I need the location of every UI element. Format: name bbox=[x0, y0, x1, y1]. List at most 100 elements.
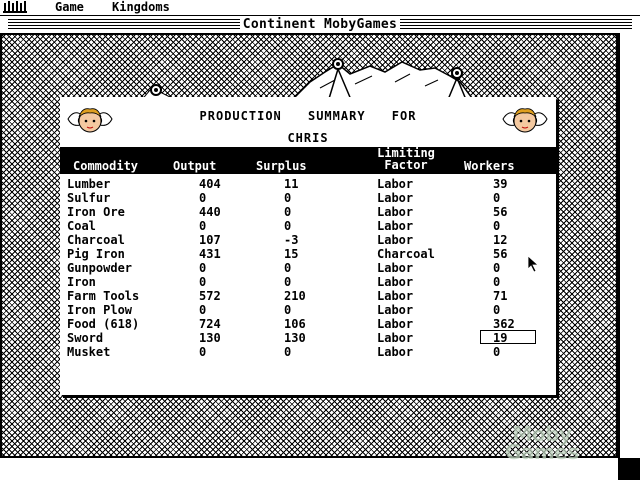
workers-input[interactable] bbox=[480, 330, 536, 344]
workers-cell[interactable]: 0 bbox=[493, 345, 500, 359]
workers-cell[interactable]: 19 bbox=[493, 331, 507, 345]
limiting-factor-cell: Charcoal bbox=[377, 247, 435, 261]
surplus-cell: 0 bbox=[284, 261, 292, 275]
table-row[interactable]: Coal 0 0 Labor 0 bbox=[60, 219, 556, 233]
table-header: Commodity Output Surplus Limiting Factor… bbox=[60, 147, 556, 174]
column-commodity: Commodity bbox=[73, 159, 139, 173]
surplus-cell: 11 bbox=[284, 177, 299, 191]
mouse-pointer-icon bbox=[527, 255, 539, 273]
commodity-cell: Coal bbox=[67, 219, 96, 233]
table-row[interactable]: Pig Iron 431 15 Charcoal 56 bbox=[60, 247, 556, 261]
limiting-factor-cell: Labor bbox=[377, 219, 414, 233]
window-title: Continent MobyGames bbox=[240, 16, 400, 33]
surplus-cell: 0 bbox=[284, 205, 292, 219]
workers-cell[interactable]: 0 bbox=[493, 303, 500, 317]
table-row[interactable]: Gunpowder 0 0 Labor 0 bbox=[60, 261, 556, 275]
workers-cell[interactable]: 0 bbox=[493, 275, 500, 289]
column-limiting-line2: Factor bbox=[384, 158, 428, 172]
column-limiting-factor: Limiting Factor bbox=[366, 147, 446, 171]
workers-cell[interactable]: 39 bbox=[493, 177, 507, 191]
menu-kingdoms[interactable]: Kingdoms bbox=[112, 0, 170, 14]
limiting-factor-cell: Labor bbox=[377, 303, 414, 317]
table-row[interactable]: Iron 0 0 Labor 0 bbox=[60, 275, 556, 289]
column-surplus: Surplus bbox=[256, 159, 307, 173]
commodity-cell: Pig Iron bbox=[67, 247, 125, 261]
column-output: Output bbox=[173, 159, 217, 173]
surplus-cell: -3 bbox=[284, 233, 299, 247]
limiting-factor-cell: Labor bbox=[377, 345, 414, 359]
output-cell: 0 bbox=[199, 261, 207, 275]
output-cell: 0 bbox=[199, 275, 207, 289]
resize-corner[interactable] bbox=[618, 458, 640, 480]
output-cell: 0 bbox=[199, 345, 207, 359]
limiting-factor-cell: Labor bbox=[377, 275, 414, 289]
surplus-cell: 15 bbox=[284, 247, 299, 261]
surplus-cell: 0 bbox=[284, 275, 292, 289]
workers-cell[interactable]: 12 bbox=[493, 233, 507, 247]
limiting-factor-cell: Labor bbox=[377, 261, 414, 275]
surplus-cell: 0 bbox=[284, 219, 292, 233]
output-cell: 0 bbox=[199, 191, 207, 205]
surplus-cell: 0 bbox=[284, 303, 292, 317]
limiting-factor-cell: Labor bbox=[377, 289, 414, 303]
commodity-cell: Farm Tools bbox=[67, 289, 140, 303]
limiting-factor-cell: Labor bbox=[377, 331, 414, 345]
surplus-cell: 106 bbox=[284, 317, 306, 331]
table-row[interactable]: Charcoal 107 -3 Labor 12 bbox=[60, 233, 556, 247]
limiting-factor-cell: Labor bbox=[377, 317, 414, 331]
table-row[interactable]: Musket 0 0 Labor 0 bbox=[60, 345, 556, 359]
output-cell: 724 bbox=[199, 317, 221, 331]
limiting-factor-cell: Labor bbox=[377, 205, 414, 219]
workers-cell[interactable]: 0 bbox=[493, 191, 500, 205]
summary-title: PRODUCTION SUMMARY FOR bbox=[199, 109, 417, 123]
limiting-factor-cell: Labor bbox=[377, 233, 414, 247]
table-row[interactable]: Food (618) 724 106 Labor 362 bbox=[60, 317, 556, 331]
table-row[interactable]: Lumber 404 11 Labor 39 bbox=[60, 177, 556, 191]
watermark-logo: Moby Games bbox=[505, 424, 579, 464]
output-cell: 440 bbox=[199, 205, 221, 219]
surplus-cell: 130 bbox=[284, 331, 306, 345]
commodity-cell: Sulfur bbox=[67, 191, 111, 205]
table-row[interactable]: Sulfur 0 0 Labor 0 bbox=[60, 191, 556, 205]
workers-cell[interactable]: 362 bbox=[493, 317, 515, 331]
table-row[interactable]: Iron Plow 0 0 Labor 0 bbox=[60, 303, 556, 317]
production-summary-dialog: PRODUCTION SUMMARY FOR CHRIS Commodity O… bbox=[60, 97, 556, 395]
commodity-cell: Iron Plow bbox=[67, 303, 133, 317]
table-row[interactable]: Sword 130 130 Labor 19 bbox=[60, 330, 556, 345]
surplus-cell: 210 bbox=[284, 289, 306, 303]
commodity-cell: Iron bbox=[67, 275, 96, 289]
commodity-cell: Gunpowder bbox=[67, 261, 133, 275]
workers-cell[interactable]: 0 bbox=[493, 261, 500, 275]
vertical-scrollbar[interactable] bbox=[618, 33, 640, 458]
menu-game[interactable]: Game bbox=[55, 0, 84, 14]
commodity-cell: Iron Ore bbox=[67, 205, 125, 219]
menu-bar: Game Kingdoms bbox=[0, 0, 640, 14]
workers-cell[interactable]: 71 bbox=[493, 289, 507, 303]
output-cell: 572 bbox=[199, 289, 221, 303]
commodity-cell: Food (618) bbox=[67, 317, 140, 331]
window-title-bar[interactable]: Continent MobyGames bbox=[0, 15, 640, 34]
limiting-factor-cell: Labor bbox=[377, 177, 414, 191]
output-cell: 0 bbox=[199, 303, 207, 317]
output-cell: 0 bbox=[199, 219, 207, 233]
watermark-line2: Games bbox=[505, 440, 579, 464]
surplus-cell: 0 bbox=[284, 191, 292, 205]
table-row[interactable]: Iron Ore 440 0 Labor 56 bbox=[60, 205, 556, 219]
surplus-cell: 0 bbox=[284, 345, 292, 359]
commodity-cell: Sword bbox=[67, 331, 104, 345]
workers-cell[interactable]: 56 bbox=[493, 247, 507, 261]
commodity-cell: Musket bbox=[67, 345, 111, 359]
workers-cell[interactable]: 0 bbox=[493, 219, 500, 233]
column-workers: Workers bbox=[464, 159, 515, 173]
commodity-cell: Lumber bbox=[67, 177, 111, 191]
castle-icon[interactable] bbox=[3, 0, 29, 13]
summary-owner: CHRIS bbox=[287, 131, 329, 145]
output-cell: 130 bbox=[199, 331, 221, 345]
limiting-factor-cell: Labor bbox=[377, 191, 414, 205]
commodity-cell: Charcoal bbox=[67, 233, 125, 247]
workers-cell[interactable]: 56 bbox=[493, 205, 507, 219]
table-row[interactable]: Farm Tools 572 210 Labor 71 bbox=[60, 289, 556, 303]
output-cell: 431 bbox=[199, 247, 221, 261]
output-cell: 404 bbox=[199, 177, 221, 191]
output-cell: 107 bbox=[199, 233, 221, 247]
